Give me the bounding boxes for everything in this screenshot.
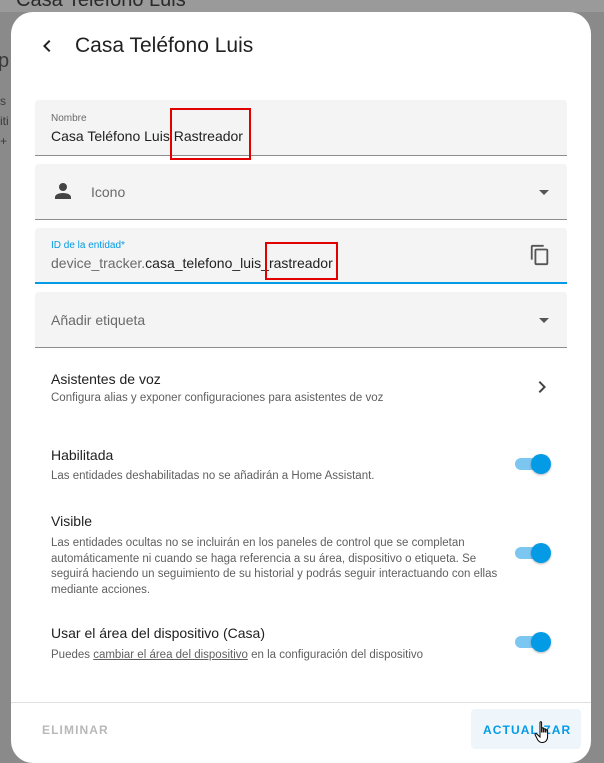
name-field-label: Nombre [51, 113, 87, 124]
entity-settings-dialog: Casa Teléfono Luis Nombre Casa Teléfono … [11, 12, 591, 763]
tag-picker-field[interactable]: Añadir etiqueta [35, 292, 567, 348]
device-area-desc-after: en la configuración del dispositivo [247, 649, 424, 661]
visible-description: Las entidades ocultas no se incluirán en… [51, 537, 498, 596]
voice-assistants-row[interactable]: Asistentes de voz Configura alias y expo… [11, 357, 591, 417]
dialog-footer: ELIMINAR ACTUALIZAR [11, 702, 591, 763]
device-area-toggle[interactable] [515, 632, 551, 652]
delete-button[interactable]: ELIMINAR [42, 723, 109, 737]
toggle-thumb [531, 632, 551, 652]
visible-title: Visible [51, 513, 92, 529]
account-icon [55, 183, 71, 199]
highlight-box [265, 242, 338, 280]
dialog-title: Casa Teléfono Luis [75, 34, 254, 57]
chevron-right-icon [538, 381, 546, 393]
toggle-thumb [531, 454, 551, 474]
dropdown-arrow-icon [539, 190, 549, 195]
toggle-thumb [531, 543, 551, 563]
device-area-desc-before: Puedes [51, 649, 94, 661]
entity-id-main: casa_telefono_luis [145, 255, 262, 271]
highlight-box [170, 108, 251, 160]
background-header: Casa Teléfono Luis [0, 0, 604, 12]
dropdown-arrow-icon [539, 318, 549, 323]
entity-id-prefix: device_tracker. [51, 255, 146, 271]
background-fragment: iti [0, 114, 9, 128]
change-device-area-link[interactable]: cambiar el área del dispositivo [93, 649, 248, 661]
copy-icon[interactable] [529, 244, 551, 266]
icon-field-placeholder: Icono [91, 184, 126, 200]
visible-toggle[interactable] [515, 543, 551, 563]
background-title: Casa Teléfono Luis [16, 0, 186, 11]
update-button[interactable]: ACTUALIZAR [483, 723, 571, 737]
tag-field-placeholder: Añadir etiqueta [51, 312, 146, 328]
enabled-description: Las entidades deshabilitadas no se añadi… [51, 470, 375, 482]
hand-cursor-icon [534, 721, 549, 743]
voice-assistants-title: Asistentes de voz [51, 371, 161, 387]
device-area-title: Usar el área del dispositivo (Casa) [51, 625, 265, 641]
entity-id-label: ID de la entidad* [51, 240, 125, 251]
enabled-title: Habilitada [51, 447, 114, 463]
name-value-main: Casa Teléfono Luis [51, 128, 174, 144]
enabled-toggle[interactable] [515, 454, 551, 474]
back-arrow-icon[interactable] [35, 34, 59, 58]
name-field[interactable]: Nombre Casa Teléfono Luis Rastreador [35, 100, 567, 156]
voice-assistants-description: Configura alias y exponer configuracione… [51, 392, 384, 404]
background-fragment: s [0, 94, 6, 108]
icon-picker-field[interactable]: Icono [35, 164, 567, 220]
background-fragment: p [0, 50, 10, 72]
device-area-description: Puedes cambiar el área del dispositivo e… [51, 648, 423, 664]
